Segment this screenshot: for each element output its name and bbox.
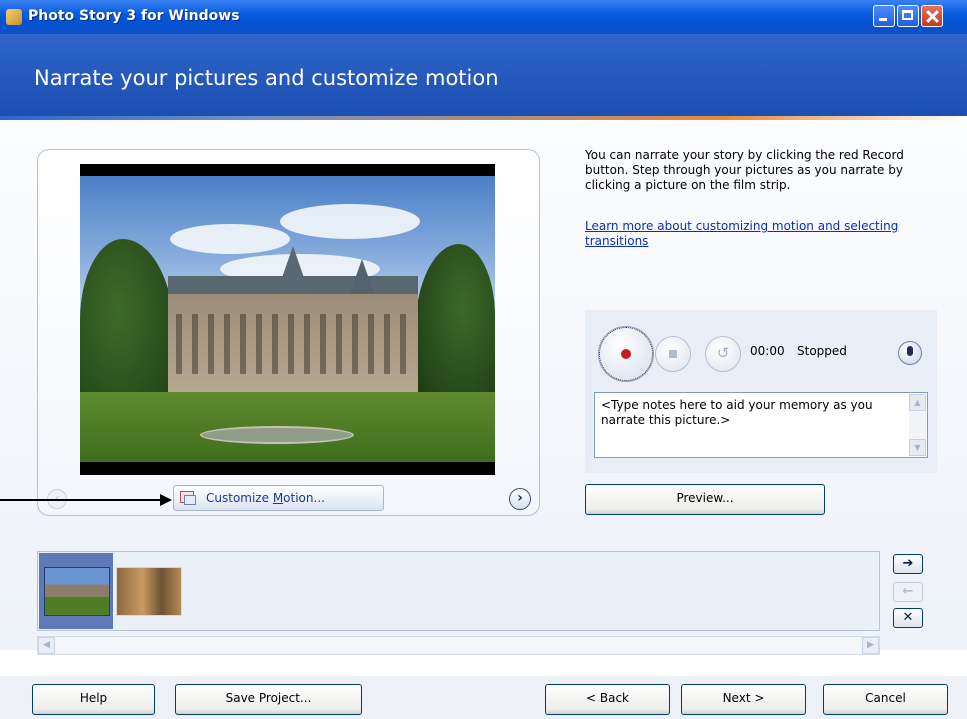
photo-tower xyxy=(348,259,376,299)
app-icon xyxy=(6,9,22,25)
notes-text: <Type notes here to aid your memory as y… xyxy=(601,398,873,427)
stop-icon[interactable] xyxy=(655,336,691,372)
film-strip-scrollbar[interactable]: ◀ ▶ xyxy=(37,636,880,655)
save-project-button[interactable]: Save Project... xyxy=(175,684,362,715)
instructions-text: You can narrate your story by clicking t… xyxy=(585,148,904,192)
annotation-arrow-head xyxy=(160,494,172,506)
move-right-icon[interactable]: ➔ xyxy=(893,554,923,574)
interior-thumbnail[interactable] xyxy=(116,567,182,616)
window-title: Photo Story 3 for Windows xyxy=(28,8,240,24)
page-title: Narrate your pictures and customize moti… xyxy=(34,66,499,90)
preview-button[interactable]: Preview... xyxy=(585,484,825,515)
record-icon[interactable] xyxy=(598,326,654,382)
page-header: Narrate your pictures and customize moti… xyxy=(0,34,967,116)
help-button[interactable]: Help xyxy=(32,684,155,715)
photo-tower xyxy=(275,246,311,298)
castle-thumbnail[interactable] xyxy=(44,567,110,616)
photo-cloud xyxy=(280,204,420,239)
customize-motion-icon xyxy=(180,491,196,505)
learn-more-link[interactable]: Learn more about customizing motion and … xyxy=(585,219,930,249)
cancel-button[interactable]: Cancel xyxy=(823,684,948,715)
photo-cloud xyxy=(170,224,290,254)
remove-icon[interactable]: ✕ xyxy=(893,608,923,628)
back-button[interactable]: < Back xyxy=(545,684,670,715)
narration-timer: 00:00 xyxy=(750,344,785,358)
notes-scrollbar[interactable]: ▲ ▼ xyxy=(909,394,926,456)
chevron-right-icon[interactable]: › xyxy=(509,488,531,510)
close-icon[interactable] xyxy=(921,5,943,27)
narration-status: Stopped xyxy=(797,344,847,358)
scroll-right-icon[interactable]: ▶ xyxy=(862,637,879,654)
microphone-icon[interactable] xyxy=(898,341,922,365)
scroll-down-icon[interactable]: ▼ xyxy=(909,439,926,456)
photo-pond xyxy=(200,426,354,444)
minimize-icon[interactable] xyxy=(873,5,895,27)
customize-motion-button[interactable]: Customize Motion... xyxy=(173,485,384,511)
maximize-icon[interactable] xyxy=(897,5,919,27)
annotation-arrow-line xyxy=(0,499,162,501)
scroll-up-icon[interactable]: ▲ xyxy=(909,394,926,411)
next-button[interactable]: Next > xyxy=(681,684,806,715)
move-left-icon[interactable]: ← xyxy=(893,582,923,602)
scroll-left-icon[interactable]: ◀ xyxy=(38,637,55,654)
customize-motion-label: Customize Motion... xyxy=(206,491,325,505)
title-bar: Photo Story 3 for Windows xyxy=(0,0,967,34)
photo-windows xyxy=(176,314,410,374)
preview-image xyxy=(80,164,495,475)
narration-notes-field[interactable]: <Type notes here to aid your memory as y… xyxy=(594,392,928,458)
undo-icon[interactable]: ↺ xyxy=(705,336,741,372)
